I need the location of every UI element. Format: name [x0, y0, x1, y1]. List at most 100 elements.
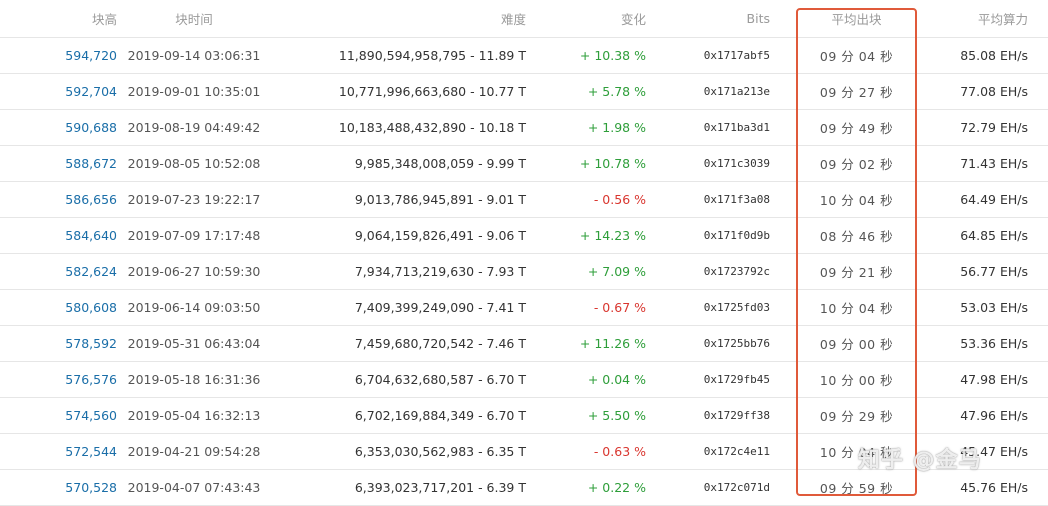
- difficulty-value: 7,459,680,720,542 - 7.46 T: [354, 336, 526, 351]
- table-row: 570,528 2019-04-07 07:43:43 6,393,023,717,…: [0, 470, 1048, 506]
- avg-block-time: 10 分 00 秒: [819, 373, 894, 388]
- avg-hashrate: 85.08 EH/s: [960, 48, 1028, 63]
- avg-hashrate: 72.79 EH/s: [960, 120, 1028, 135]
- difficulty-change: + 14.23 %: [579, 228, 646, 243]
- table-body: 594,720 2019-09-14 03:06:31 11,890,594,958…: [0, 38, 1048, 506]
- header-difficulty[interactable]: 难度: [300, 0, 526, 37]
- header-bits[interactable]: Bits: [660, 0, 770, 37]
- difficulty-value: 7,934,713,219,630 - 7.93 T: [354, 264, 526, 279]
- height-cell: 572,544: [4, 434, 117, 469]
- block-time: 2019-06-14 09:03:50: [127, 300, 261, 315]
- difficulty-table: 块高 块时间 难度 变化 Bits 平均出块 平均算力 594,720 2019-…: [0, 0, 1048, 506]
- block-time: 2019-04-21 09:54:28: [127, 444, 261, 459]
- bits-value: 0x1725bb76: [703, 337, 770, 350]
- avg-block-time: 09 分 00 秒: [819, 337, 894, 352]
- difficulty-value: 9,013,786,945,891 - 9.01 T: [354, 192, 526, 207]
- height-cell: 584,640: [4, 218, 117, 253]
- header-time[interactable]: 块时间: [128, 0, 260, 37]
- block-time: 2019-07-09 17:17:48: [127, 228, 261, 243]
- block-height-link[interactable]: 580,608: [65, 300, 117, 315]
- bits-value: 0x1717abf5: [703, 49, 770, 62]
- difficulty-change: + 5.50 %: [587, 408, 646, 423]
- table-header: 块高 块时间 难度 变化 Bits 平均出块 平均算力: [0, 0, 1048, 38]
- bits-value: 0x171c3039: [703, 157, 770, 170]
- height-cell: 578,592: [4, 326, 117, 361]
- difficulty-change: + 10.78 %: [579, 156, 646, 171]
- avg-hashrate: 77.08 EH/s: [960, 84, 1028, 99]
- avg-hashrate: 47.96 EH/s: [960, 408, 1028, 423]
- table-row: 592,704 2019-09-01 10:35:01 10,771,996,663…: [0, 74, 1048, 110]
- block-time: 2019-09-14 03:06:31: [127, 48, 261, 63]
- difficulty-value: 9,064,159,826,491 - 9.06 T: [354, 228, 526, 243]
- block-time: 2019-07-23 19:22:17: [127, 192, 261, 207]
- table-row: 594,720 2019-09-14 03:06:31 11,890,594,958…: [0, 38, 1048, 74]
- avg-block-time: 10 分 04 秒: [819, 301, 894, 316]
- height-cell: 594,720: [4, 38, 117, 73]
- block-height-link[interactable]: 582,624: [65, 264, 117, 279]
- block-height-link[interactable]: 576,576: [65, 372, 117, 387]
- block-height-link[interactable]: 584,640: [65, 228, 117, 243]
- avg-hashrate: 56.77 EH/s: [960, 264, 1028, 279]
- avg-block-time: 09 分 49 秒: [819, 121, 894, 136]
- block-height-link[interactable]: 586,656: [65, 192, 117, 207]
- bits-value: 0x1729ff38: [703, 409, 770, 422]
- difficulty-change: + 10.38 %: [579, 48, 646, 63]
- table-row: 580,608 2019-06-14 09:03:50 7,409,399,249,…: [0, 290, 1048, 326]
- block-height-link[interactable]: 570,528: [65, 480, 117, 495]
- avg-hashrate: 53.36 EH/s: [960, 336, 1028, 351]
- table-row: 572,544 2019-04-21 09:54:28 6,353,030,562,…: [0, 434, 1048, 470]
- block-time: 2019-08-19 04:49:42: [127, 120, 261, 135]
- table-row: 590,688 2019-08-19 04:49:42 10,183,488,432…: [0, 110, 1048, 146]
- height-cell: 592,704: [4, 74, 117, 109]
- avg-block-time: 10 分 04 秒: [819, 193, 894, 208]
- block-time: 2019-06-27 10:59:30: [127, 264, 261, 279]
- avg-block-time: 09 分 21 秒: [819, 265, 894, 280]
- difficulty-value: 10,183,488,432,890 - 10.18 T: [338, 120, 526, 135]
- difficulty-value: 10,771,996,663,680 - 10.77 T: [338, 84, 526, 99]
- difficulty-change: - 0.67 %: [593, 300, 646, 315]
- header-height[interactable]: 块高: [4, 0, 117, 37]
- block-height-link[interactable]: 588,672: [65, 156, 117, 171]
- difficulty-value: 9,985,348,008,059 - 9.99 T: [354, 156, 526, 171]
- bits-value: 0x171a213e: [703, 85, 770, 98]
- difficulty-value: 6,353,030,562,983 - 6.35 T: [354, 444, 526, 459]
- difficulty-change: + 0.04 %: [587, 372, 646, 387]
- block-height-link[interactable]: 574,560: [65, 408, 117, 423]
- bits-value: 0x1723792c: [703, 265, 770, 278]
- difficulty-change: + 1.98 %: [587, 120, 646, 135]
- bits-value: 0x171f3a08: [703, 193, 770, 206]
- bits-value: 0x171f0d9b: [703, 229, 770, 242]
- height-cell: 588,672: [4, 146, 117, 181]
- table-row: 582,624 2019-06-27 10:59:30 7,934,713,219,…: [0, 254, 1048, 290]
- difficulty-value: 7,409,399,249,090 - 7.41 T: [354, 300, 526, 315]
- avg-block-time: 09 分 02 秒: [819, 157, 894, 172]
- avg-hashrate: 64.49 EH/s: [960, 192, 1028, 207]
- avg-hashrate: 71.43 EH/s: [960, 156, 1028, 171]
- table-row: 584,640 2019-07-09 17:17:48 9,064,159,826,…: [0, 218, 1048, 254]
- block-height-link[interactable]: 578,592: [65, 336, 117, 351]
- header-change[interactable]: 变化: [540, 0, 646, 37]
- table-row: 588,672 2019-08-05 10:52:08 9,985,348,008,…: [0, 146, 1048, 182]
- header-avg-hashrate[interactable]: 平均算力: [920, 0, 1028, 37]
- difficulty-change: - 0.63 %: [593, 444, 646, 459]
- difficulty-value: 6,702,169,884,349 - 6.70 T: [354, 408, 526, 423]
- difficulty-value: 11,890,594,958,795 - 11.89 T: [338, 48, 526, 63]
- block-height-link[interactable]: 590,688: [65, 120, 117, 135]
- block-time: 2019-05-18 16:31:36: [127, 372, 261, 387]
- avg-hashrate: 53.03 EH/s: [960, 300, 1028, 315]
- block-time: 2019-05-31 06:43:04: [127, 336, 261, 351]
- height-cell: 574,560: [4, 398, 117, 433]
- table-row: 574,560 2019-05-04 16:32:13 6,702,169,884,…: [0, 398, 1048, 434]
- block-height-link[interactable]: 594,720: [65, 48, 117, 63]
- height-cell: 590,688: [4, 110, 117, 145]
- table-row: 586,656 2019-07-23 19:22:17 9,013,786,945,…: [0, 182, 1048, 218]
- header-avg-time[interactable]: 平均出块: [795, 0, 918, 37]
- difficulty-change: + 5.78 %: [587, 84, 646, 99]
- avg-hashrate: 45.47 EH/s: [960, 444, 1028, 459]
- block-height-link[interactable]: 572,544: [65, 444, 117, 459]
- block-height-link[interactable]: 592,704: [65, 84, 117, 99]
- avg-block-time: 09 分 27 秒: [819, 85, 894, 100]
- block-time: 2019-09-01 10:35:01: [127, 84, 261, 99]
- height-cell: 586,656: [4, 182, 117, 217]
- avg-block-time: 09 分 04 秒: [819, 49, 894, 64]
